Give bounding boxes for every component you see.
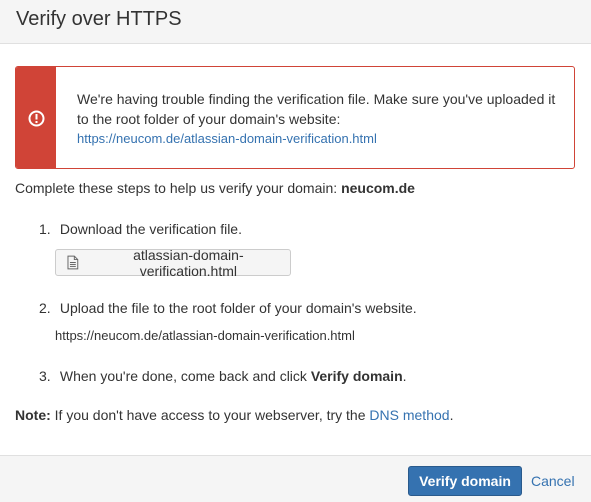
verification-file-link[interactable]: https://neucom.de/atlassian-domain-verif… [77, 129, 557, 149]
step-text-bold: Verify domain [310, 368, 403, 384]
note-text: If you don't have access to your webserv… [54, 407, 366, 423]
step-3: 3. When you're done, come back and click… [39, 367, 407, 385]
intro-text: Complete these steps to help us verify y… [15, 179, 415, 197]
error-message: We're having trouble finding the verific… [15, 66, 575, 169]
error-message-text: We're having trouble finding the verific… [77, 91, 556, 127]
step-number: 2. [39, 300, 51, 316]
step-text: Upload the file to the root folder of yo… [59, 300, 417, 316]
note-label: Note: [15, 407, 51, 423]
step-text-after: . [402, 368, 407, 384]
exclamation-circle-icon [28, 110, 45, 127]
step-1: 1. Download the verification file. [39, 220, 242, 238]
dialog-footer: Verify domain Cancel [0, 455, 591, 502]
download-button-label: atlassian-domain-verification.html [133, 246, 244, 279]
step-text: Download the verification file. [59, 221, 242, 237]
step-2: 2. Upload the file to the root folder of… [39, 299, 417, 317]
note-after: . [449, 407, 454, 423]
domain-name: neucom.de [341, 180, 415, 196]
step-number: 3. [39, 368, 51, 384]
step-text: When you're done, come back and click [59, 368, 307, 384]
cancel-button[interactable]: Cancel [531, 473, 575, 489]
download-verification-file-button[interactable]: atlassian-domain-verification.html [55, 246, 291, 279]
step-number: 1. [39, 221, 51, 237]
error-stripe [16, 67, 56, 168]
dns-method-link[interactable]: DNS method [369, 407, 449, 423]
note: Note: If you don't have access to your w… [15, 406, 453, 424]
dialog-header: Verify over HTTPS [0, 0, 591, 44]
error-text: We're having trouble finding the verific… [77, 89, 557, 149]
upload-url: https://neucom.de/atlassian-domain-verif… [55, 328, 355, 343]
verify-domain-button[interactable]: Verify domain [408, 466, 522, 496]
file-icon [67, 255, 79, 270]
dialog-title: Verify over HTTPS [16, 8, 182, 30]
intro-label: Complete these steps to help us verify y… [15, 180, 338, 196]
